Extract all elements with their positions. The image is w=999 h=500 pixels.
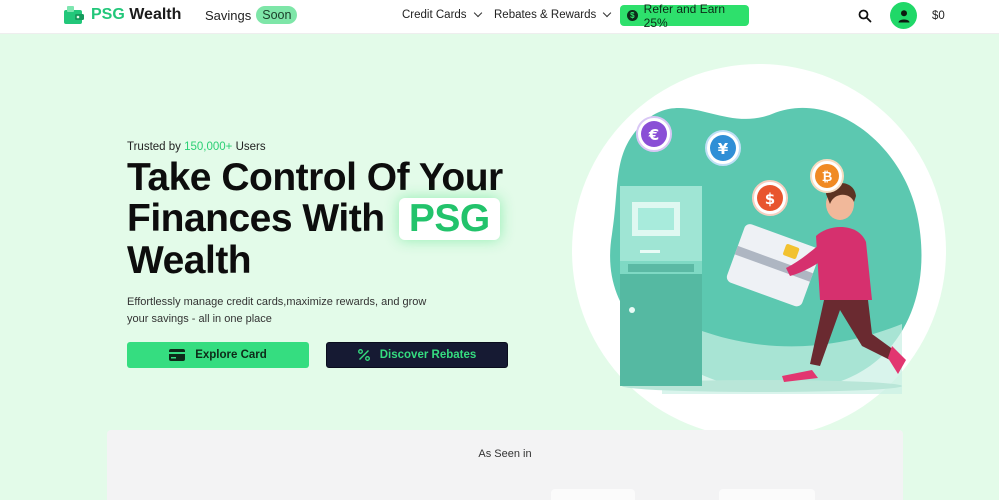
discover-rebates-button[interactable]: Discover Rebates [326, 342, 508, 368]
svg-text:₿: ₿ [822, 170, 833, 185]
svg-text:$: $ [765, 190, 775, 208]
dollar-coin-icon: $ [752, 180, 788, 216]
nav-rebates-rewards-label: Rebates & Rewards [494, 9, 597, 21]
user-count: 150,000+ [184, 141, 233, 153]
svg-text:¥: ¥ [718, 140, 729, 158]
hero-headline: Take Control Of Your Finances With PSG W… [127, 156, 503, 282]
logo[interactable]: PSG Wealth [64, 6, 181, 24]
user-avatar-button[interactable] [890, 2, 917, 29]
bitcoin-icon: ₿ [810, 159, 844, 193]
chevron-down-icon [473, 8, 482, 18]
soon-badge: Soon [256, 6, 298, 24]
search-icon[interactable] [858, 9, 872, 23]
percent-icon [357, 349, 370, 361]
logo-text: PSG Wealth [91, 6, 182, 23]
user-icon [898, 9, 909, 22]
press-logo-card [719, 489, 815, 500]
top-nav: PSG Wealth Savings Soon Credit Cards Reb… [0, 0, 999, 34]
nav-rebates-rewards[interactable]: Rebates & Rewards [494, 8, 612, 21]
psg-highlight-badge: PSG [398, 198, 500, 240]
explore-card-button[interactable]: Explore Card [127, 342, 309, 368]
as-seen-in-label: As Seen in [478, 448, 532, 460]
refer-label: Refer and Earn 25% [643, 1, 726, 30]
hero-illustration: € ¥ $ ₿ [572, 64, 946, 438]
euro-icon: € [636, 116, 672, 152]
dollar-icon: $ [627, 10, 638, 21]
nav-credit-cards-label: Credit Cards [402, 9, 467, 21]
atm-machine [620, 186, 702, 386]
refer-earn-button[interactable]: $ Refer and Earn 25% [620, 2, 749, 30]
nav-credit-cards[interactable]: Credit Cards [402, 8, 482, 21]
wallet-logo-icon [64, 6, 84, 24]
chevron-down-icon [603, 8, 612, 18]
savings-label: Savings [205, 7, 252, 23]
yen-icon: ¥ [705, 130, 741, 166]
hero-description: Effortlessly manage credit cards,maximiz… [127, 296, 427, 325]
trusted-by-text: Trusted by 150,000+ Users [127, 141, 266, 153]
press-logo-card [551, 489, 635, 500]
nav-savings[interactable]: Savings Soon [205, 6, 298, 24]
credit-card-icon [169, 349, 186, 361]
wallet-balance[interactable]: $0 [932, 10, 945, 22]
as-seen-in-section: As Seen in [107, 430, 903, 500]
svg-text:€: € [648, 126, 659, 144]
